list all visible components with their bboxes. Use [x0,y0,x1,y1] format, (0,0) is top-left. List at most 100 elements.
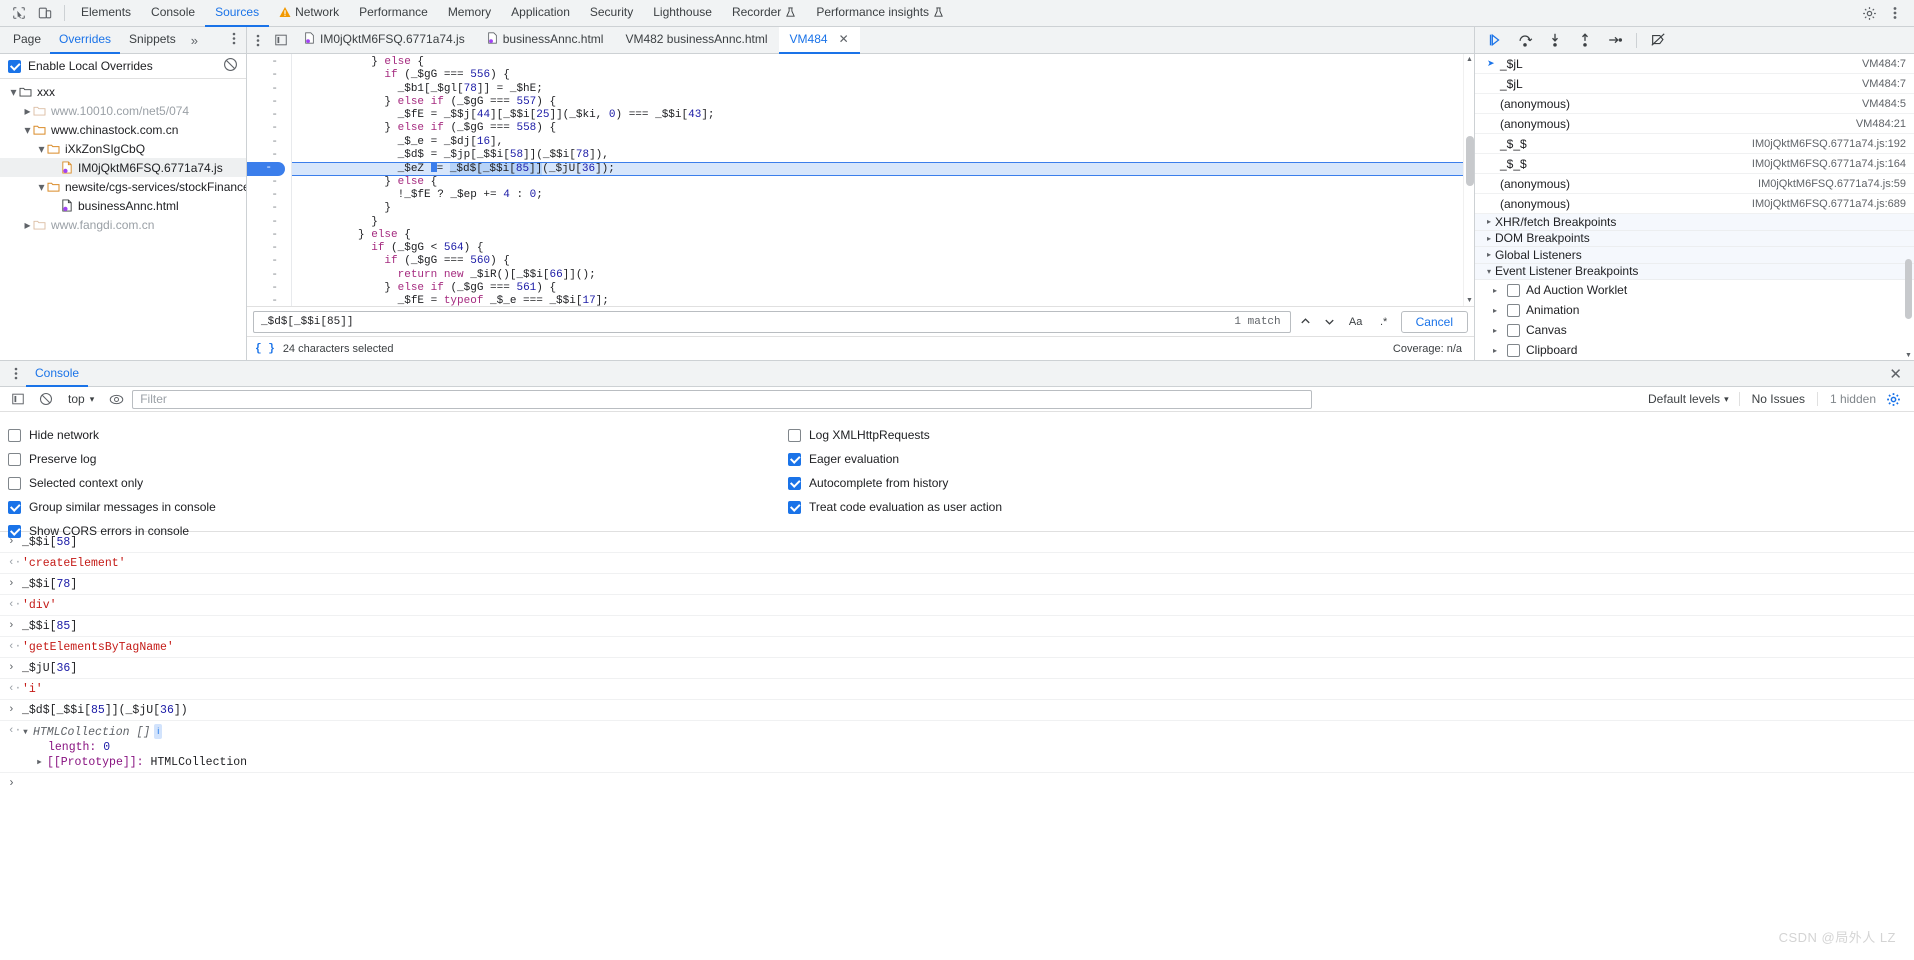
enable-local-overrides-row[interactable]: Enable Local Overrides [0,54,246,79]
console-setting-row[interactable]: Log XMLHttpRequests [788,423,1002,447]
chevron-right-icon[interactable]: ▸ [36,756,43,769]
line-number[interactable]: - [247,122,291,135]
code-line[interactable]: if (_$gG === 560) { [292,255,1474,268]
resume-script-button[interactable] [1483,29,1507,51]
more-vertical-icon[interactable] [222,32,246,48]
console-filter-input[interactable]: Filter [132,389,1313,409]
console-setting-row[interactable]: Selected context only [8,471,780,495]
gear-icon[interactable] [1884,389,1908,410]
code-line[interactable]: if (_$gG === 556) { [292,69,1474,82]
chevron-right-icon[interactable]: ▸ [1489,346,1501,355]
chevron-down-icon[interactable]: ▾ [22,123,33,137]
console-setting-row[interactable]: Autocomplete from history [788,471,1002,495]
tree-folder-xxx[interactable]: ▾ xxx [0,82,246,101]
device-toolbar-icon[interactable] [32,2,58,24]
event-breakpoint-checkbox[interactable] [1507,323,1520,337]
scroll-down-arrow-icon[interactable]: ▼ [1464,295,1474,306]
more-vertical-icon[interactable] [6,367,26,380]
line-number[interactable]: - [247,176,291,189]
deactivate-breakpoints-button[interactable] [1646,29,1670,51]
code-line[interactable]: _$_e = _$dj[16], [292,136,1474,149]
chevron-right-icon[interactable]: ▸ [22,218,33,232]
call-stack-row[interactable]: _$jL VM484:7 [1475,74,1914,94]
console-setting-row[interactable]: Eager evaluation [788,447,1002,471]
tree-folder-fangdi[interactable]: ▸ www.fangdi.com.cn [0,215,246,234]
line-number[interactable]: - [247,136,291,149]
code-line[interactable]: } else if (_$gG === 561) { [292,282,1474,295]
line-number[interactable]: - [247,202,291,215]
call-stack-row[interactable]: (anonymous) IM0jQktM6FSQ.6771a74.js:59 [1475,174,1914,194]
scrollbar-thumb[interactable] [1905,259,1912,319]
code-line[interactable]: _$fE = typeof _$_e === _$$i[17]; [292,295,1474,306]
editor-tab-vm484[interactable]: VM484 ✕ [778,26,860,54]
console-setting-row[interactable]: Preserve log [8,447,780,471]
editor-tab-im0jqktm6fsq-js[interactable]: IM0jQktM6FSQ.6771a74.js [293,27,476,54]
chevron-right-icon[interactable]: ▸ [1483,217,1495,226]
event-listener-breakpoint-row[interactable]: ▸ Ad Auction Worklet [1475,280,1914,300]
code-line[interactable]: } else { [292,56,1474,69]
call-stack-row[interactable]: (anonymous) VM484:21 [1475,114,1914,134]
chevron-down-icon[interactable]: ▾ [1483,267,1495,276]
chevron-down-icon[interactable]: ▾ [36,180,47,194]
tree-folder-ixkzonsigcbq[interactable]: ▾ iXkZonSIgCbQ [0,139,246,158]
panel-tab-performance-insights[interactable]: Performance insights [806,0,954,27]
line-number[interactable]: - [247,255,291,268]
chevron-right-icon[interactable]: ▸ [1489,306,1501,315]
code-content[interactable]: } else { if (_$gG === 556) { _$b1[_$gl[7… [292,54,1474,306]
event-listener-breakpoint-row[interactable]: ▸ Canvas [1475,320,1914,340]
section-global-listeners[interactable]: ▸ Global Listeners [1475,247,1914,264]
event-listener-breakpoint-row[interactable]: ▸ Animation [1475,300,1914,320]
code-line[interactable]: _$b1[_$gl[78]] = _$hE; [292,83,1474,96]
tree-file-businessannc-html[interactable]: businessAnnc.html [0,196,246,215]
more-tabs-icon[interactable]: » [185,33,204,48]
close-drawer-icon[interactable]: ✕ [1877,365,1914,383]
search-prev-button[interactable] [1297,312,1315,332]
object-property[interactable]: length: 0 [22,740,247,755]
setting-checkbox[interactable] [788,476,801,490]
panel-tab-sources[interactable]: Sources [205,0,270,27]
execution-context-selector[interactable]: top ▾ [62,392,100,406]
line-number[interactable]: - [247,56,291,69]
event-breakpoint-checkbox[interactable] [1507,343,1520,357]
log-levels-selector[interactable]: Default levels ▾ [1638,392,1739,406]
code-line[interactable]: return new _$iR()[_$$i[66]](); [292,269,1474,282]
enable-overrides-checkbox[interactable] [8,59,21,73]
line-number[interactable]: - [247,189,291,202]
console-setting-row[interactable]: Group similar messages in console [8,495,780,519]
console-setting-row[interactable]: Treat code evaluation as user action [788,495,1002,519]
console-sidebar-icon[interactable] [6,389,30,410]
gear-icon[interactable] [1856,2,1882,24]
inspect-element-icon[interactable] [6,2,32,24]
line-number[interactable]: - [247,269,291,282]
console-prompt[interactable]: › [0,773,1914,792]
editor-vertical-scrollbar[interactable]: ▲ ▼ [1463,54,1474,306]
match-case-button[interactable]: Aa [1345,312,1367,332]
code-line[interactable]: } else if (_$gG === 557) { [292,96,1474,109]
setting-checkbox[interactable] [788,428,801,442]
tree-folder-newsite[interactable]: ▾ newsite/cgs-services/stockFinance [0,177,246,196]
code-line[interactable]: } [292,202,1474,215]
call-stack-row[interactable]: ➤ _$jL VM484:7 [1475,54,1914,74]
panel-tab-recorder[interactable]: Recorder [722,0,806,27]
line-number[interactable]: - [247,216,291,229]
call-stack-row[interactable]: _$_$ IM0jQktM6FSQ.6771a74.js:192 [1475,134,1914,154]
current-line-number[interactable]: - [247,162,285,176]
call-stack-row[interactable]: _$_$ IM0jQktM6FSQ.6771a74.js:164 [1475,154,1914,174]
call-stack-row[interactable]: (anonymous) VM484:5 [1475,94,1914,114]
nav-tab-snippets[interactable]: Snippets [120,27,185,54]
step-button[interactable] [1603,29,1627,51]
event-listener-breakpoint-row[interactable]: ▸ Clipboard [1475,340,1914,360]
chevron-down-icon[interactable]: ▾ [8,85,19,99]
chevron-down-icon[interactable]: ▾ [22,726,29,739]
issues-counter[interactable]: No Issues [1738,392,1817,406]
line-number[interactable]: - [247,149,291,162]
code-line[interactable]: } [292,216,1474,229]
nav-tab-overrides[interactable]: Overrides [50,27,121,54]
chevron-down-icon[interactable]: ▾ [36,142,47,156]
code-line[interactable]: } else { [292,176,1474,189]
scroll-up-arrow-icon[interactable]: ▲ [1464,54,1474,65]
tree-folder-chinastock[interactable]: ▾ www.chinastock.com.cn [0,120,246,139]
code-line[interactable]: !_$fE ? _$ep += 4 : 0; [292,189,1474,202]
call-stack-row[interactable]: (anonymous) IM0jQktM6FSQ.6771a74.js:689 [1475,194,1914,214]
setting-checkbox[interactable] [8,452,21,466]
